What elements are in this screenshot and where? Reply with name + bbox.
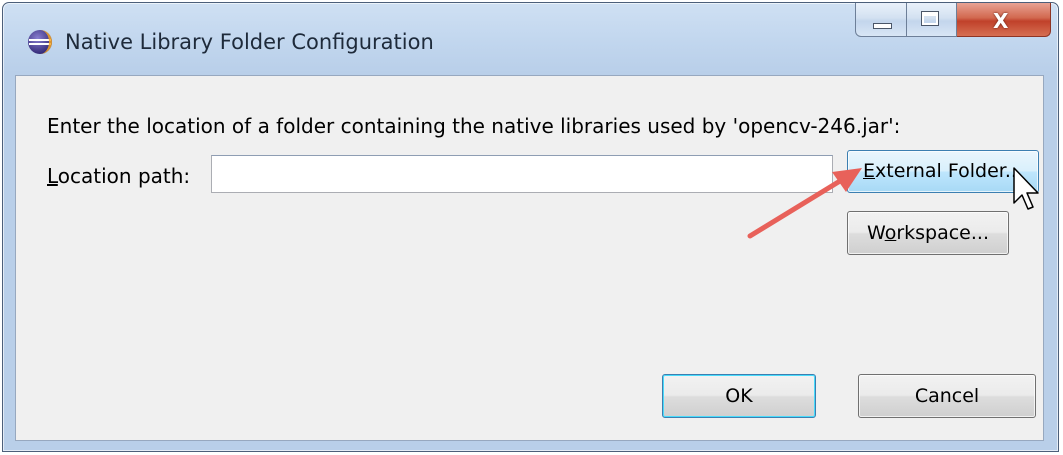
workspace-label-rest: rkspace... bbox=[896, 222, 989, 244]
caption-buttons: X bbox=[855, 3, 1051, 37]
title-bar[interactable]: Native Library Folder Configuration X bbox=[3, 3, 1058, 75]
external-folder-button[interactable]: External Folder... bbox=[847, 150, 1039, 193]
dialog-window: Native Library Folder Configuration X En… bbox=[2, 2, 1059, 452]
external-folder-label: xternal Folder... bbox=[875, 160, 1023, 182]
close-button[interactable]: X bbox=[957, 3, 1051, 37]
workspace-mnemonic: o bbox=[884, 222, 897, 244]
external-folder-mnemonic: E bbox=[863, 160, 876, 182]
minimize-button[interactable] bbox=[855, 3, 907, 37]
eclipse-icon bbox=[28, 30, 52, 54]
window-title: Native Library Folder Configuration bbox=[65, 30, 434, 54]
close-icon: X bbox=[993, 9, 1009, 33]
workspace-button[interactable]: Workspace... bbox=[847, 211, 1009, 255]
location-label-text: ocation path: bbox=[57, 164, 191, 188]
location-path-input[interactable] bbox=[211, 155, 833, 193]
maximize-icon bbox=[921, 11, 939, 26]
cancel-button[interactable]: Cancel bbox=[858, 374, 1036, 418]
ok-button[interactable]: OK bbox=[662, 374, 816, 418]
maximize-button[interactable] bbox=[907, 3, 957, 37]
location-path-label: Location path: bbox=[47, 164, 190, 188]
location-label-mnemonic: L bbox=[47, 164, 58, 188]
dialog-body: Enter the location of a folder containin… bbox=[15, 75, 1044, 441]
workspace-label-pre: W bbox=[867, 222, 885, 244]
minimize-icon bbox=[873, 23, 892, 29]
prompt-text: Enter the location of a folder containin… bbox=[47, 114, 901, 138]
